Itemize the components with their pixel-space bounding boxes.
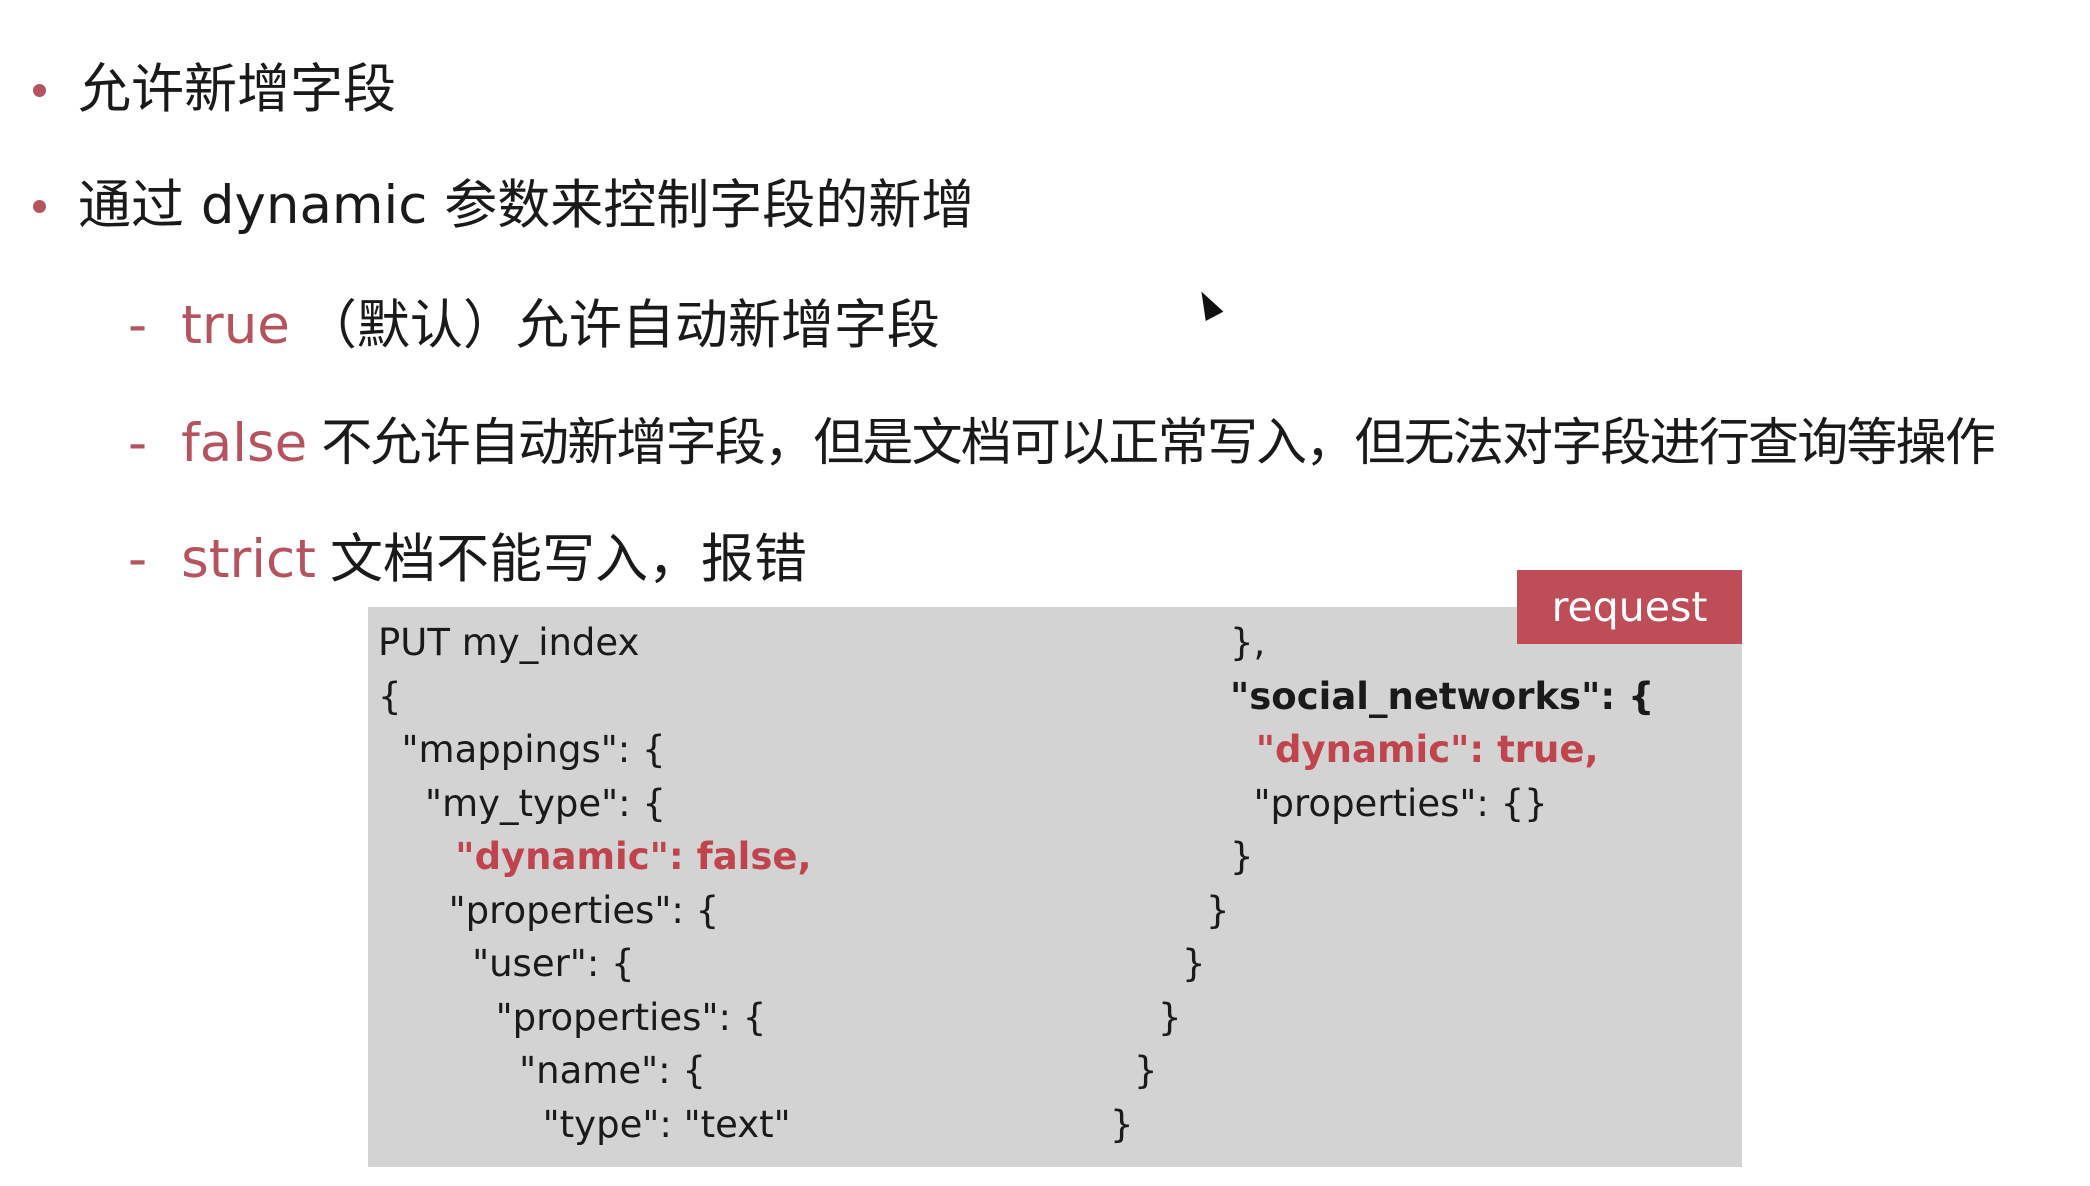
option-keyword: false [181, 413, 308, 474]
code-line: PUT my_index [378, 621, 640, 664]
code-line: "user": { [378, 942, 635, 985]
option-keyword: strict [181, 529, 316, 590]
option-text: （默认）允许自动新增字段 [303, 295, 940, 356]
dash-marker: - [128, 295, 148, 356]
option-text: 不允许自动新增字段，但是文档可以正常写入，但无法对字段进行查询等操作 [321, 414, 1996, 473]
dash-marker: - [128, 529, 148, 590]
option-item-true: - true （默认）允许自动新增字段 [128, 294, 940, 358]
code-line: } [1110, 1103, 1134, 1146]
code-line: "name": { [378, 1049, 706, 1092]
bullet-item: 允许新增字段 [33, 58, 396, 122]
option-item-false: - false 不允许自动新增字段，但是文档可以正常写入，但无法对字段进行查询等… [128, 412, 1996, 476]
dash-marker: - [128, 413, 148, 474]
code-line: } [1158, 996, 1182, 1039]
code-line-key: "social_networks": { [1230, 675, 1655, 718]
code-line: "my_type": { [378, 782, 666, 825]
code-line: } [1206, 889, 1230, 932]
request-badge: request [1517, 570, 1742, 644]
bullet-item: 通过 dynamic 参数来控制字段的新增 [33, 174, 974, 238]
option-text: 文档不能写入，报错 [329, 529, 807, 590]
option-item-strict: - strict 文档不能写入，报错 [128, 528, 807, 592]
code-line: "properties": { [378, 889, 720, 932]
code-line: "properties": { [378, 996, 767, 1039]
bullet-text: 允许新增字段 [78, 59, 396, 120]
code-line: "mappings": { [378, 728, 666, 771]
code-line-highlight: "dynamic": true, [1230, 728, 1599, 771]
bullet-text: 通过 dynamic 参数来控制字段的新增 [78, 175, 975, 236]
code-line: }, [1230, 621, 1266, 664]
code-line-highlight: "dynamic": false, [378, 835, 812, 878]
mouse-cursor-icon [1192, 286, 1224, 322]
bullet-dot-icon [33, 199, 46, 213]
code-line: "properties": {} [1230, 782, 1548, 825]
code-line: "type": "text" [378, 1103, 791, 1146]
option-keyword: true [181, 295, 290, 356]
code-line: } [1182, 942, 1206, 985]
bullet-dot-icon [33, 83, 46, 97]
code-line: } [1134, 1049, 1158, 1092]
code-line: } [1230, 835, 1254, 878]
code-line: { [378, 675, 402, 718]
